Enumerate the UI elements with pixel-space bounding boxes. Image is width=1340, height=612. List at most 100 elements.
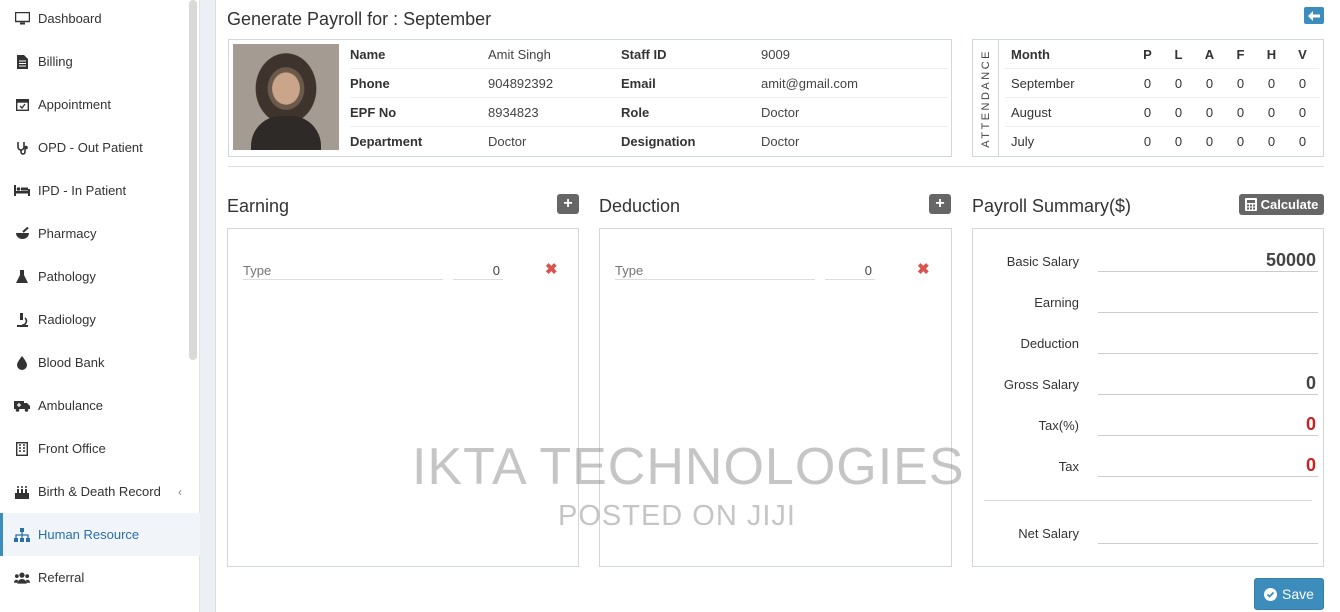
phone-value: 904892392 [488,75,554,91]
gross-salary-label: Gross Salary [1003,377,1079,392]
sidebar-item-pathology[interactable]: Pathology [0,255,200,298]
table-cell: 0 [1205,134,1214,149]
sidebar-item-label: Referral [38,570,85,585]
calculator-icon [1244,198,1257,211]
sidebar-item-label: Radiology [38,312,96,327]
epf-value: 8934823 [488,104,539,120]
flask-icon [14,269,30,285]
plus-icon: + [935,195,945,212]
sidebar-item-label: Ambulance [38,398,104,413]
staff-id-value: 9009 [761,46,790,62]
save-button[interactable]: Save [1254,578,1324,610]
sidebar-scrollbar[interactable] [189,0,197,360]
attendance-card: ATTENDANCE Month P L A F H V September 0… [972,39,1324,157]
role-label: Role [621,104,650,120]
phone-label: Phone [350,75,390,91]
sidebar-item-dashboard[interactable]: Dashboard [0,0,200,40]
sidebar-item-radiology[interactable]: Radiology [0,298,200,341]
check-circle-icon [1264,587,1278,601]
remove-earning-icon[interactable]: ✖ [545,260,558,278]
table-cell: 0 [1174,75,1183,91]
basic-salary-label: Basic Salary [1006,254,1079,269]
gross-salary-field[interactable]: 0 [1098,373,1318,395]
file-icon [14,54,30,70]
tint-icon [14,355,30,371]
earning-summary-field[interactable] [1098,291,1318,313]
attendance-vertical-label: ATTENDANCE [973,40,999,156]
table-row: September 0 0 0 0 0 0 [1005,69,1319,98]
sidebar-item-ipd[interactable]: IPD - In Patient [0,169,200,212]
staff-photo [233,44,339,150]
earning-type-input[interactable] [243,262,443,280]
remove-deduction-icon[interactable]: ✖ [917,260,930,278]
month-cell: August [1011,104,1052,120]
tax-percent-row: Tax(%) 0 [973,414,1319,436]
arrow-left-icon [1308,10,1320,21]
deduction-amount-input[interactable] [825,262,875,280]
column-header: P [1143,46,1152,62]
monitor-icon [14,11,30,27]
sidebar-item-billing[interactable]: Billing [0,40,200,83]
deduction-title: Deduction [599,196,681,216]
earning-amount-input[interactable] [453,262,503,280]
tax-percent-label: Tax(%) [1038,418,1079,433]
sidebar-item-pharmacy[interactable]: Pharmacy [0,212,200,255]
table-cell: 0 [1236,75,1245,91]
table-cell: 0 [1143,104,1152,120]
sidebar-item-blood-bank[interactable]: Blood Bank [0,341,200,384]
table-cell: 0 [1143,75,1152,91]
column-header: Month [1011,46,1050,62]
sidebar-item-label: Birth & Death Record [38,484,161,499]
column-header: V [1298,46,1307,62]
net-salary-field[interactable] [1098,522,1318,544]
table-cell: 0 [1298,134,1307,149]
column-header: A [1204,46,1215,62]
sidebar-item-referral[interactable]: Referral [0,556,200,599]
page-title: Generate Payroll for : September [227,9,492,29]
tax-row: Tax 0 [973,455,1319,477]
sidebar-item-label: Billing [38,54,73,69]
month-cell: July [1011,134,1035,149]
sidebar-item-label: IPD - In Patient [38,183,127,198]
deduction-type-input[interactable] [615,262,815,280]
tax-percent-field[interactable]: 0 [1098,414,1318,436]
calendar-icon [14,97,30,113]
sidebar-item-label: Front Office [38,441,106,456]
email-label: Email [621,75,656,91]
month-cell: September [1011,75,1075,91]
department-value: Doctor [488,134,527,149]
calculate-button[interactable]: Calculate [1239,194,1324,215]
stethoscope-icon [14,140,30,156]
table-cell: 0 [1174,134,1183,149]
sitemap-icon [14,527,30,543]
sidebar-item-opd[interactable]: OPD - Out Patient [0,126,200,169]
table-row: July 0 0 0 0 0 0 [1005,127,1319,156]
tax-field[interactable]: 0 [1098,455,1318,477]
payroll-summary-title: Payroll Summary($) [972,196,1132,216]
basic-salary-field[interactable]: 50000 [1098,250,1318,272]
add-deduction-button[interactable]: + [929,194,951,214]
deduction-summary-field[interactable] [1098,332,1318,354]
sidebar-item-label: Human Resource [38,527,140,542]
sidebar-item-human-resource[interactable]: Human Resource [0,513,200,556]
sidebar-item-ambulance[interactable]: Ambulance [0,384,200,427]
net-salary-row: Net Salary [973,522,1319,544]
table-cell: 0 [1267,75,1276,91]
staff-id-label: Staff ID [621,46,667,62]
add-earning-button[interactable]: + [557,194,579,214]
name-value: Amit Singh [488,46,551,62]
sidebar-item-front-office[interactable]: Front Office [0,427,200,470]
info-row: Phone 904892392 Email amit@gmail.com [350,69,948,98]
column-header: F [1236,46,1245,62]
name-label: Name [350,46,386,62]
table-cell: 0 [1267,134,1276,149]
column-header: H [1266,46,1277,62]
back-button[interactable] [1304,7,1324,24]
deduction-summary-label: Deduction [1020,336,1079,351]
earning-title: Earning [227,196,290,216]
chevron-left-icon: ‹ [178,484,182,499]
sidebar-item-birth-death[interactable]: Birth & Death Record ‹ [0,470,200,513]
table-cell: 0 [1298,104,1307,120]
sidebar-item-appointment[interactable]: Appointment [0,83,200,126]
table-cell: 0 [1267,104,1276,120]
